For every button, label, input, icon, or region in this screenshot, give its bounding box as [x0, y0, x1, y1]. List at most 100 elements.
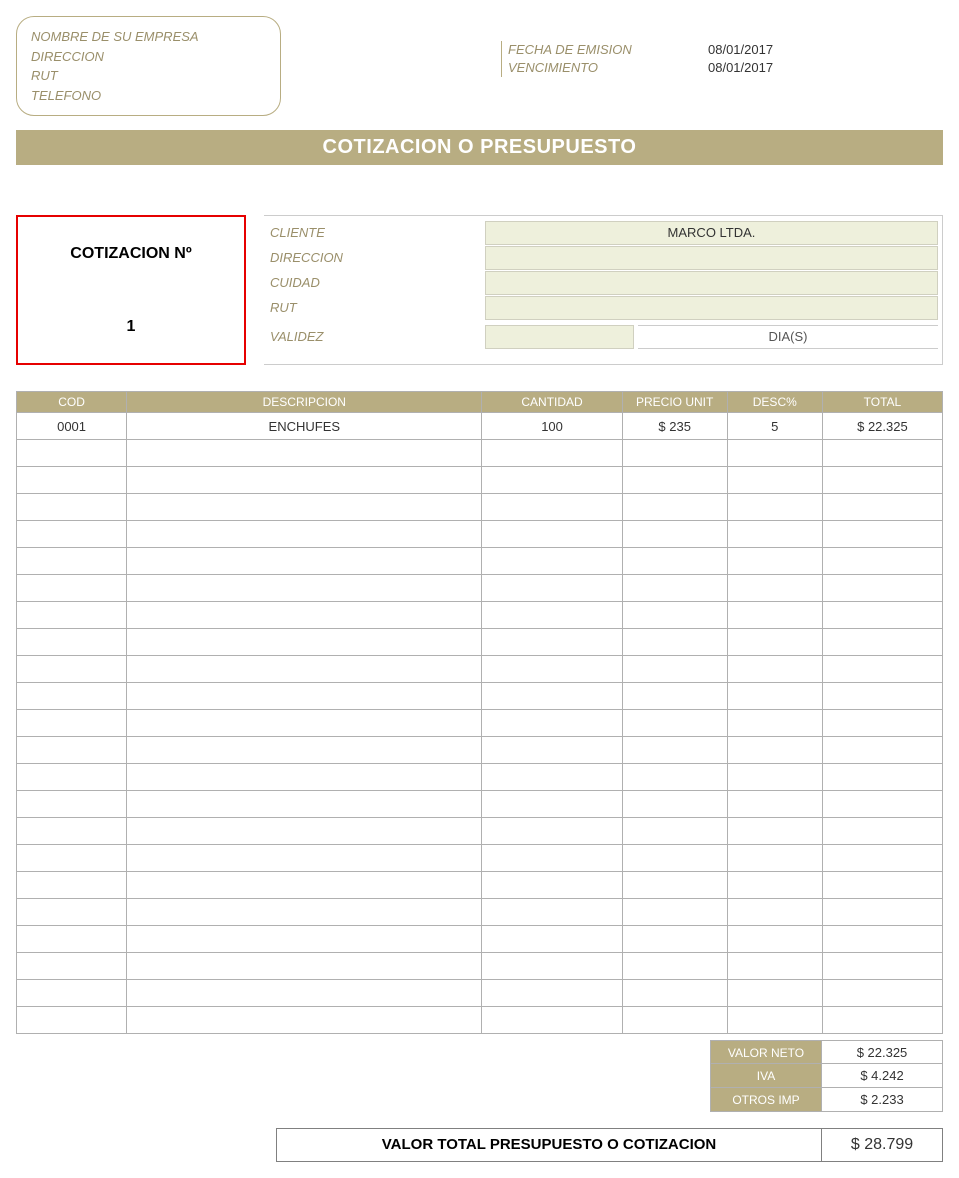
cell-desc[interactable] [127, 440, 482, 467]
cell-desc[interactable] [127, 602, 482, 629]
cell-desc[interactable] [127, 926, 482, 953]
cell-desc[interactable] [127, 980, 482, 1007]
cell-descp[interactable] [727, 764, 822, 791]
cell-desc[interactable] [127, 467, 482, 494]
cell-desc[interactable]: ENCHUFES [127, 413, 482, 440]
cell-total[interactable] [822, 899, 942, 926]
cell-desc[interactable] [127, 521, 482, 548]
cell-total[interactable] [822, 467, 942, 494]
cell-desc[interactable] [127, 1007, 482, 1034]
cell-cant[interactable] [482, 764, 622, 791]
cell-desc[interactable] [127, 629, 482, 656]
cell-cant[interactable] [482, 602, 622, 629]
cell-cant[interactable] [482, 440, 622, 467]
cell-cant[interactable] [482, 656, 622, 683]
cell-cant[interactable] [482, 629, 622, 656]
cell-cod[interactable] [17, 764, 127, 791]
cell-cant[interactable]: 100 [482, 413, 622, 440]
cell-descp[interactable] [727, 818, 822, 845]
cell-total[interactable] [822, 656, 942, 683]
cell-cod[interactable] [17, 575, 127, 602]
cell-cant[interactable] [482, 845, 622, 872]
cell-cant[interactable] [482, 1007, 622, 1034]
cell-descp[interactable] [727, 899, 822, 926]
cell-precio[interactable] [622, 1007, 727, 1034]
cell-total[interactable] [822, 872, 942, 899]
cell-descp[interactable] [727, 548, 822, 575]
cell-descp[interactable] [727, 494, 822, 521]
value-direccion[interactable] [485, 246, 938, 270]
cell-cant[interactable] [482, 791, 622, 818]
cell-total[interactable] [822, 818, 942, 845]
cell-cod[interactable] [17, 467, 127, 494]
cell-total[interactable] [822, 521, 942, 548]
cell-precio[interactable] [622, 548, 727, 575]
cell-descp[interactable] [727, 980, 822, 1007]
cell-precio[interactable] [622, 953, 727, 980]
cell-cant[interactable] [482, 467, 622, 494]
cell-total[interactable] [822, 683, 942, 710]
cell-precio[interactable] [622, 656, 727, 683]
cell-cod[interactable] [17, 710, 127, 737]
cell-total[interactable] [822, 710, 942, 737]
cell-cod[interactable] [17, 791, 127, 818]
cell-desc[interactable] [127, 548, 482, 575]
cell-precio[interactable]: $ 235 [622, 413, 727, 440]
cell-total[interactable] [822, 845, 942, 872]
cell-descp[interactable] [727, 602, 822, 629]
cell-precio[interactable] [622, 899, 727, 926]
cell-precio[interactable] [622, 683, 727, 710]
cell-cant[interactable] [482, 494, 622, 521]
cell-cod[interactable] [17, 980, 127, 1007]
cell-descp[interactable] [727, 737, 822, 764]
cell-total[interactable] [822, 737, 942, 764]
cell-cod[interactable] [17, 818, 127, 845]
cell-descp[interactable] [727, 467, 822, 494]
cell-desc[interactable] [127, 899, 482, 926]
cell-cod[interactable] [17, 953, 127, 980]
cell-precio[interactable] [622, 791, 727, 818]
cell-precio[interactable] [622, 737, 727, 764]
value-rut[interactable] [485, 296, 938, 320]
cell-desc[interactable] [127, 872, 482, 899]
cell-descp[interactable] [727, 953, 822, 980]
cell-total[interactable] [822, 1007, 942, 1034]
cell-cod[interactable] [17, 494, 127, 521]
cell-cant[interactable] [482, 899, 622, 926]
cell-cant[interactable] [482, 548, 622, 575]
cell-desc[interactable] [127, 818, 482, 845]
cell-cod[interactable] [17, 602, 127, 629]
cell-precio[interactable] [622, 521, 727, 548]
cell-desc[interactable] [127, 764, 482, 791]
cell-total[interactable] [822, 926, 942, 953]
cell-total[interactable] [822, 980, 942, 1007]
cell-desc[interactable] [127, 710, 482, 737]
cell-precio[interactable] [622, 980, 727, 1007]
cell-precio[interactable] [622, 440, 727, 467]
value-cliente[interactable]: MARCO LTDA. [485, 221, 938, 245]
cell-desc[interactable] [127, 791, 482, 818]
cell-precio[interactable] [622, 872, 727, 899]
cell-descp[interactable] [727, 1007, 822, 1034]
cell-total[interactable] [822, 440, 942, 467]
cell-cod[interactable] [17, 629, 127, 656]
value-validez[interactable] [485, 325, 634, 349]
cell-cod[interactable] [17, 899, 127, 926]
cell-descp[interactable] [727, 926, 822, 953]
cell-total[interactable] [822, 953, 942, 980]
cell-desc[interactable] [127, 953, 482, 980]
cell-total[interactable] [822, 575, 942, 602]
cell-desc[interactable] [127, 656, 482, 683]
cell-cod[interactable] [17, 1007, 127, 1034]
cell-cant[interactable] [482, 683, 622, 710]
cell-cod[interactable] [17, 926, 127, 953]
cell-descp[interactable] [727, 872, 822, 899]
cell-cant[interactable] [482, 980, 622, 1007]
cell-cod[interactable] [17, 548, 127, 575]
cell-cod[interactable] [17, 845, 127, 872]
cell-cod[interactable] [17, 656, 127, 683]
cell-total[interactable]: $ 22.325 [822, 413, 942, 440]
cell-desc[interactable] [127, 737, 482, 764]
cell-descp[interactable] [727, 791, 822, 818]
cell-precio[interactable] [622, 494, 727, 521]
